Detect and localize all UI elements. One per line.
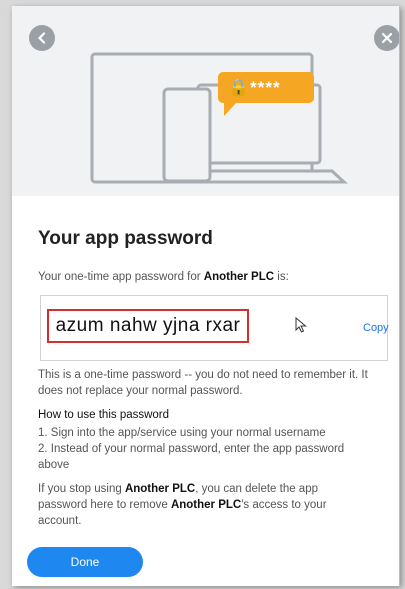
device-password-illustration <box>90 52 348 184</box>
stop-prefix: If you stop using <box>38 483 125 495</box>
howto-steps: 1. Sign into the app/service using your … <box>38 425 378 473</box>
done-button[interactable]: Done <box>27 547 143 577</box>
step-1: 1. Sign into the app/service using your … <box>38 427 326 439</box>
close-button[interactable] <box>374 25 399 51</box>
copy-link[interactable]: Copy <box>363 322 389 334</box>
password-box: azum nahw yjna rxar Copy <box>40 295 389 361</box>
password-badge-text: 🔒**** <box>228 78 281 97</box>
company-name-2: Another PLC <box>124 483 196 495</box>
delete-info-text: If you stop using Another PLC, you can d… <box>38 481 358 529</box>
app-password-dialog: 🔒**** Your app password Your one-time ap… <box>12 6 400 586</box>
intro-text: Your one-time app password for Another P… <box>38 271 289 283</box>
company-name-3: Another PLC <box>170 499 242 511</box>
one-time-note: This is a one-time password -- you do no… <box>38 369 368 397</box>
howto-heading: How to use this password <box>38 409 170 421</box>
intro-suffix: is: <box>274 271 289 283</box>
company-name: Another PLC <box>203 271 275 283</box>
dialog-title: Your app password <box>38 228 213 249</box>
chevron-left-icon <box>38 32 46 44</box>
intro-prefix: Your one-time app password for <box>38 271 204 283</box>
close-icon <box>381 32 393 44</box>
step-2: 2. Instead of your normal password, ente… <box>38 443 345 471</box>
hero-banner: 🔒**** <box>12 6 399 196</box>
app-password-value[interactable]: azum nahw yjna rxar <box>47 309 249 343</box>
mouse-pointer-icon <box>295 317 307 333</box>
back-button[interactable] <box>29 25 55 51</box>
